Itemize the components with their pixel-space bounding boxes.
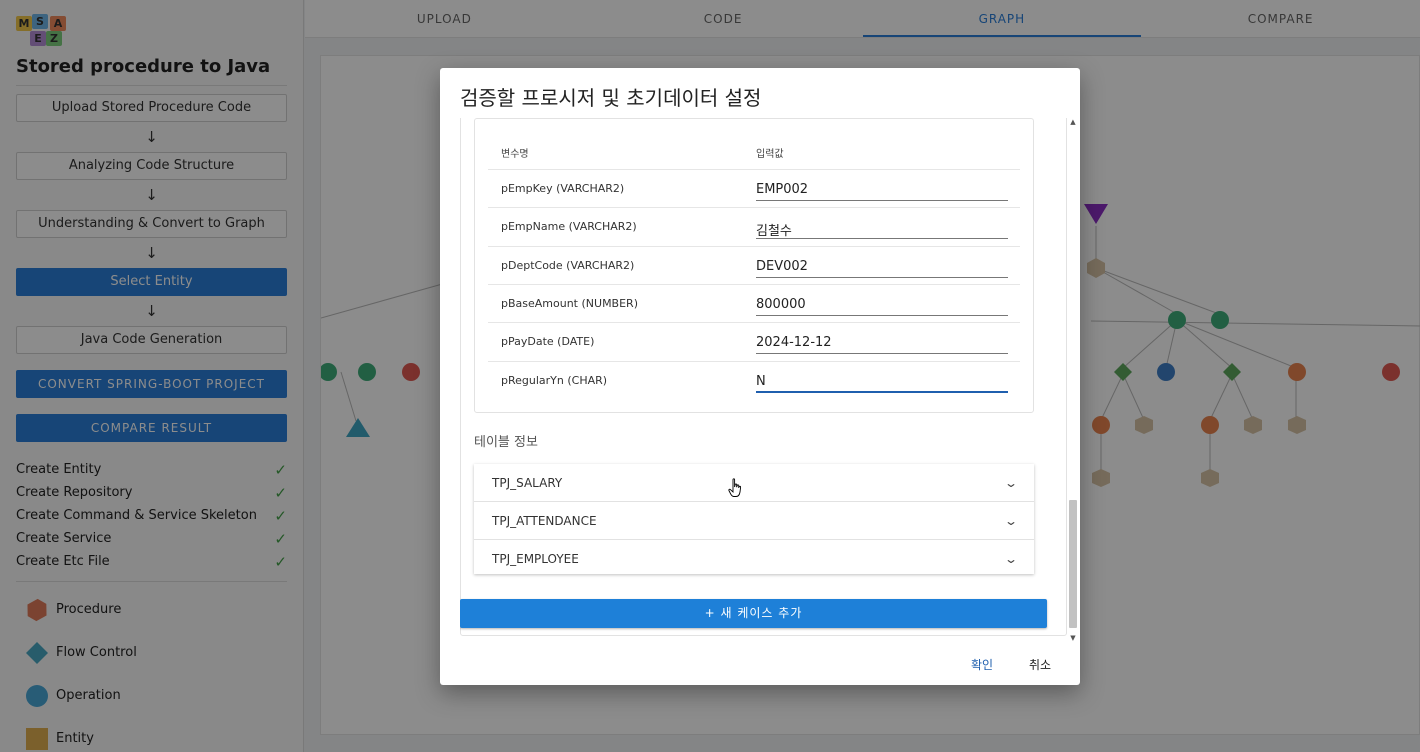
column-header-value: 입력값	[756, 149, 784, 160]
table-row: pRegularYn (CHAR) N	[488, 361, 1020, 399]
param-name: pEmpKey (VARCHAR2)	[501, 182, 625, 195]
table-row: pDeptCode (VARCHAR2) DEV002	[488, 246, 1020, 284]
scroll-thumb[interactable]	[1069, 500, 1077, 628]
param-name: pEmpName (VARCHAR2)	[501, 220, 637, 233]
table-name: TPJ_ATTENDANCE	[492, 513, 597, 528]
chevron-down-icon[interactable]: ⌄	[1004, 476, 1018, 490]
dialog-body: 변수명 입력값 pEmpKey (VARCHAR2) EMP002 pEmpNa…	[460, 118, 1067, 648]
param-value-input[interactable]: 2024-12-12	[756, 335, 1008, 354]
accordion-item-tpj-employee[interactable]: TPJ_EMPLOYEE ⌄	[474, 540, 1034, 578]
scroll-up-icon[interactable]: ▲	[1068, 118, 1078, 126]
param-name: pRegularYn (CHAR)	[501, 374, 608, 387]
table-row: pBaseAmount (NUMBER) 800000	[488, 284, 1020, 322]
param-name: pDeptCode (VARCHAR2)	[501, 259, 635, 272]
parameter-table: 변수명 입력값 pEmpKey (VARCHAR2) EMP002 pEmpNa…	[474, 118, 1034, 413]
table-name: TPJ_SALARY	[492, 475, 563, 490]
chevron-down-icon[interactable]: ⌄	[1004, 514, 1018, 528]
table-accordion: TPJ_SALARY ⌄ TPJ_ATTENDANCE ⌄ TPJ_EMPLOY…	[474, 464, 1034, 574]
hand-cursor-icon	[728, 478, 742, 497]
add-case-button[interactable]: + 새 케이스 추가	[460, 599, 1047, 628]
table-name: TPJ_EMPLOYEE	[492, 552, 579, 566]
test-case-dialog: 검증할 프로시저 및 초기데이터 설정 변수명 입력값 pEmpKey (VAR…	[440, 68, 1080, 685]
param-value-input[interactable]: N	[756, 374, 1008, 393]
table-row: pPayDate (DATE) 2024-12-12	[488, 322, 1020, 360]
dialog-scrollbar[interactable]: ▲ ▼	[1068, 118, 1078, 642]
accordion-item-tpj-salary[interactable]: TPJ_SALARY ⌄	[474, 464, 1034, 502]
column-header-name: 변수명	[501, 149, 529, 160]
dialog-title: 검증할 프로시저 및 초기데이터 설정	[460, 86, 762, 110]
table-info-label: 테이블 정보	[474, 435, 538, 450]
table-row: pEmpName (VARCHAR2) 김철수	[488, 207, 1020, 245]
param-value-input[interactable]: 김철수	[756, 220, 1008, 239]
table-row: pEmpKey (VARCHAR2) EMP002	[488, 169, 1020, 207]
param-value-input[interactable]: DEV002	[756, 259, 1008, 278]
cancel-button[interactable]: 취소	[1023, 656, 1057, 673]
param-name: pBaseAmount (NUMBER)	[501, 297, 638, 310]
chevron-down-icon[interactable]: ⌄	[1004, 552, 1018, 566]
param-value-input[interactable]: EMP002	[756, 182, 1008, 201]
accordion-item-tpj-attendance[interactable]: TPJ_ATTENDANCE ⌄	[474, 502, 1034, 540]
param-name: pPayDate (DATE)	[501, 335, 595, 348]
confirm-button[interactable]: 확인	[965, 656, 999, 673]
scroll-down-icon[interactable]: ▼	[1068, 634, 1078, 642]
param-value-input[interactable]: 800000	[756, 297, 1008, 316]
test-case-box: 변수명 입력값 pEmpKey (VARCHAR2) EMP002 pEmpNa…	[460, 118, 1067, 636]
